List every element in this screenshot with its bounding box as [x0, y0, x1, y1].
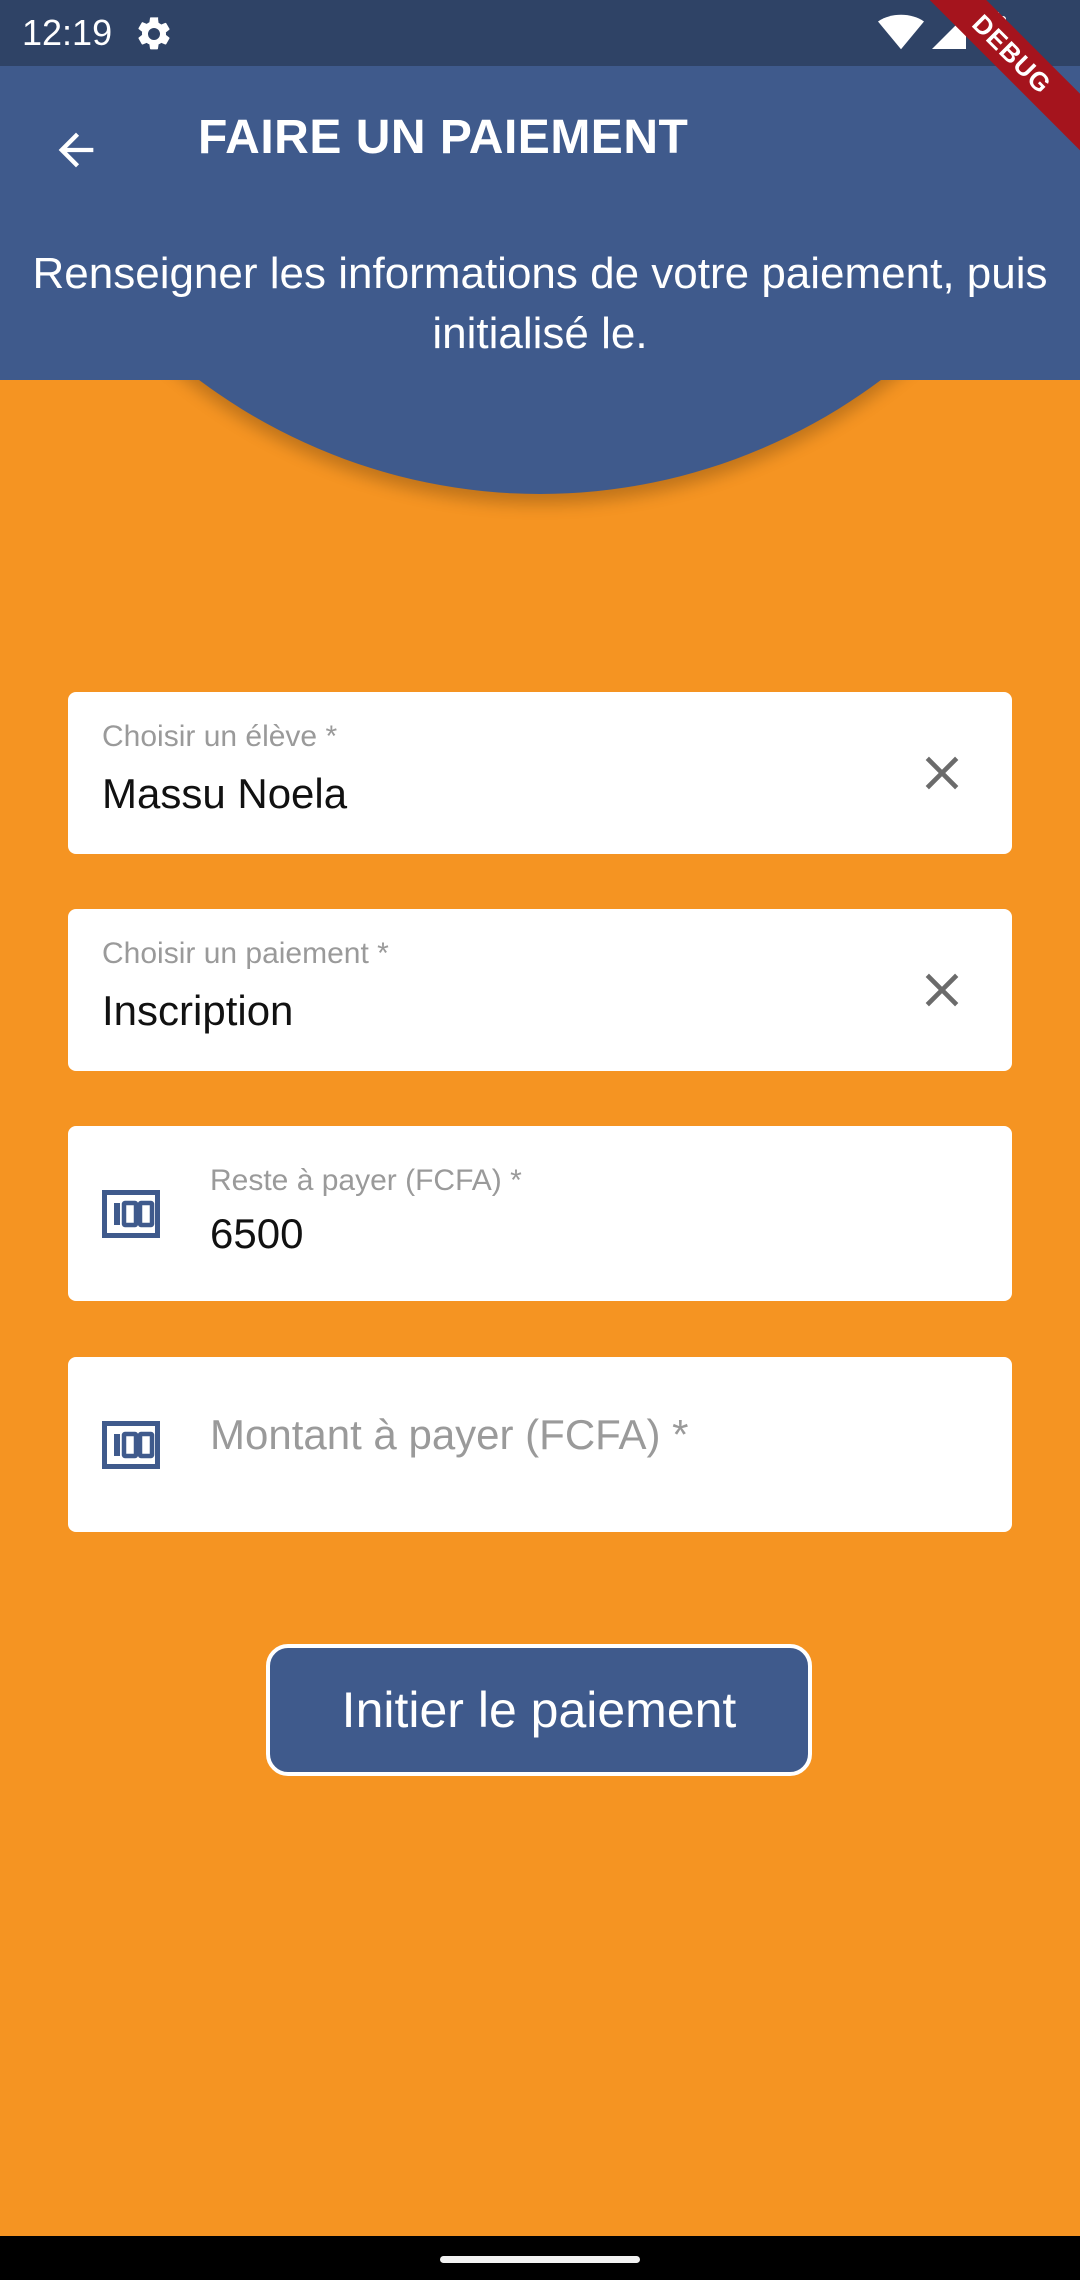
money-icon [102, 1190, 160, 1238]
close-icon[interactable] [914, 962, 970, 1018]
amount-to-pay-placeholder: Montant à payer (FCFA) * [210, 1411, 689, 1458]
status-bar: 12:19 [0, 0, 1080, 66]
initiate-payment-button[interactable]: Initier le paiement [266, 1644, 812, 1776]
page-subtitle: Renseigner les informations de votre pai… [32, 249, 1048, 358]
money-icon [102, 1421, 160, 1469]
back-button[interactable] [40, 114, 112, 186]
amount-to-pay-field[interactable]: Montant à payer (FCFA) * [68, 1357, 1012, 1532]
navigation-bar [0, 2236, 1080, 2280]
remaining-amount-field[interactable]: Reste à payer (FCFA) * 6500 [68, 1126, 1012, 1301]
remaining-amount-value: 6500 [210, 1210, 304, 1257]
close-icon[interactable] [914, 745, 970, 801]
student-select-label: Choisir un élève * [102, 720, 338, 753]
app-bar: FAIRE UN PAIEMENT [0, 66, 1080, 216]
student-select-value: Massu Noela [102, 770, 348, 817]
wifi-icon [878, 14, 924, 50]
payment-select[interactable]: Choisir un paiement * Inscription [68, 909, 1012, 1071]
page-title: FAIRE UN PAIEMENT [198, 111, 689, 164]
arrow-back-icon [58, 132, 94, 168]
gear-icon [138, 17, 170, 50]
payment-select-label: Choisir un paiement * [102, 937, 389, 970]
home-handle[interactable] [440, 2256, 640, 2263]
payment-select-value: Inscription [102, 987, 294, 1034]
student-select[interactable]: Choisir un élève * Massu Noela [68, 692, 1012, 854]
status-time: 12:19 [22, 12, 113, 53]
remaining-amount-label: Reste à payer (FCFA) * [210, 1164, 522, 1197]
